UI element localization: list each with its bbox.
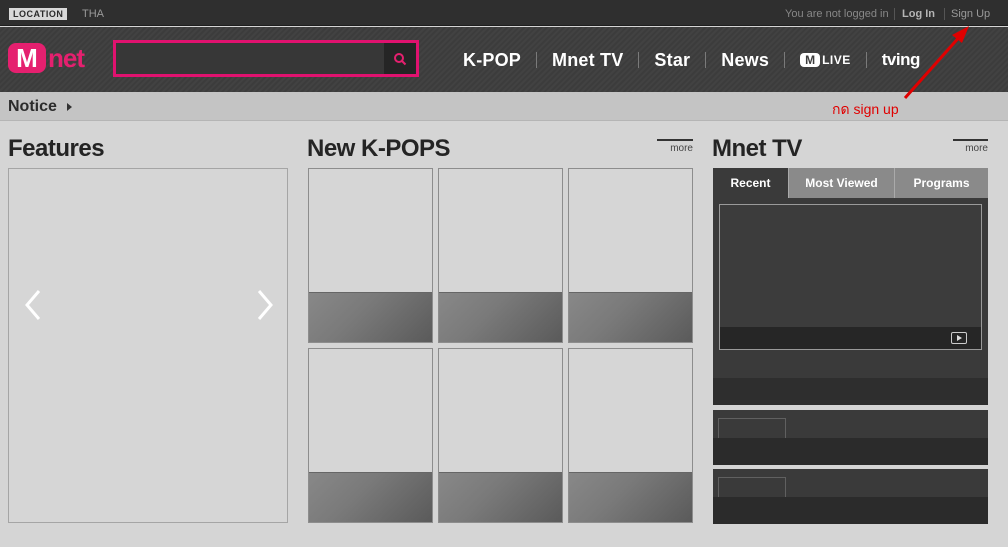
kpop-thumbnail [309,292,432,342]
location-value[interactable]: THA [82,7,104,21]
search-box [113,40,419,77]
top-utility-bar: LOCATION THA You are not logged in Log I… [0,0,1008,26]
location-label: LOCATION [9,8,68,20]
logo-net-text: net [48,43,85,73]
features-title: Features [8,135,105,162]
kpop-tile[interactable] [308,168,433,343]
video-caption-bar [713,378,988,405]
kpops-more-link[interactable]: more [657,139,693,154]
kpop-thumbnail [569,292,692,342]
tv-list-item[interactable] [713,410,988,465]
divider [894,8,895,20]
notice-link[interactable]: Notice [8,97,57,117]
tab-most-viewed[interactable]: Most Viewed [789,168,895,198]
signup-link[interactable]: Sign Up [951,7,990,21]
login-link[interactable]: Log In [902,7,935,21]
nav-kpop[interactable]: K-POP [448,47,536,73]
nav-mnet-tv[interactable]: Mnet TV [537,47,638,73]
mnet-logo[interactable]: Mnet [8,43,85,73]
search-input[interactable] [116,43,384,74]
search-icon [394,52,407,65]
video-player [713,198,988,405]
mnet-tv-title: Mnet TV [712,135,802,162]
tv-item-tab [718,477,786,497]
kpop-thumbnail [569,472,692,522]
video-controls [720,327,981,349]
new-kpops-title: New K-POPS [307,135,451,162]
kpop-tile[interactable] [438,348,563,523]
nav-tving[interactable]: tving [867,47,935,73]
nav-news[interactable]: News [706,47,784,73]
kpop-thumbnail [439,472,562,522]
mlive-logo-mark: M [800,53,821,67]
chevron-left-icon[interactable] [21,287,45,323]
kpop-thumbnail [439,292,562,342]
tv-list-item[interactable] [713,469,988,524]
signup-annotation: กด sign up [832,101,899,117]
kpop-thumbnail [309,472,432,522]
site-header: Mnet K-POP Mnet TV Star News M LIVE tvin… [0,27,1008,92]
play-icon[interactable] [951,332,967,344]
notice-arrow-icon [67,103,72,111]
mlive-logo-text: LIVE [822,53,851,67]
kpop-tile[interactable] [568,168,693,343]
tv-item-bar [713,497,988,524]
mnet-tv-more-link[interactable]: more [953,139,988,154]
features-carousel [8,168,288,523]
tab-recent[interactable]: Recent [713,168,789,198]
kpop-tile[interactable] [438,168,563,343]
logo-m-mark: M [8,43,46,73]
tab-programs[interactable]: Programs [895,168,988,198]
tv-item-bar [713,438,988,465]
video-screen[interactable] [719,204,982,350]
search-button[interactable] [384,43,416,74]
nav-star[interactable]: Star [639,47,705,73]
chevron-right-icon[interactable] [253,287,277,323]
main-nav: K-POP Mnet TV Star News M LIVE tving [448,47,935,73]
tv-item-tab [718,418,786,438]
divider [944,8,945,20]
kpop-tile[interactable] [308,348,433,523]
kpop-tile[interactable] [568,348,693,523]
mnet-tv-tabs: Recent Most Viewed Programs [713,168,988,198]
nav-mlive[interactable]: M LIVE [785,53,866,67]
login-status-text: You are not logged in [785,8,889,20]
